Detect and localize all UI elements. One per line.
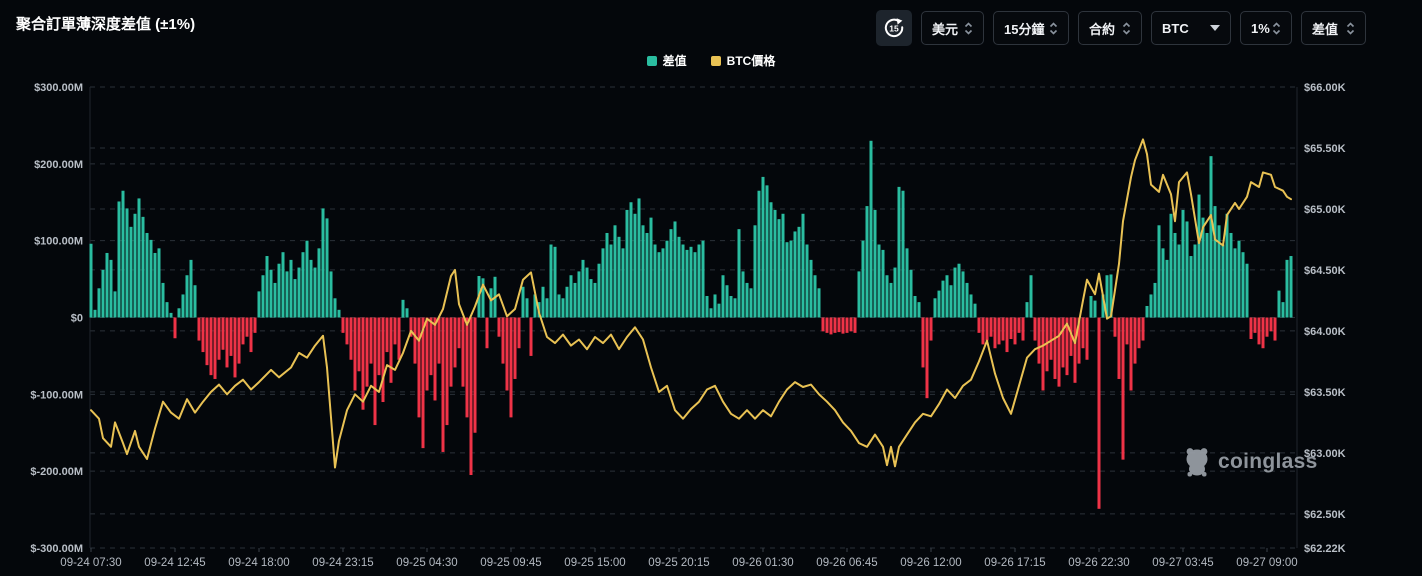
- svg-text:09-25 09:45: 09-25 09:45: [480, 557, 541, 569]
- svg-text:$-300.00M: $-300.00M: [30, 543, 83, 555]
- coinglass-bear-logo-icon: [1183, 447, 1211, 477]
- coinglass-watermark: coinglass: [1183, 447, 1318, 477]
- svg-text:09-25 15:00: 09-25 15:00: [564, 557, 625, 569]
- svg-text:09-24 23:15: 09-24 23:15: [312, 557, 373, 569]
- svg-text:09-27 03:45: 09-27 03:45: [1152, 557, 1213, 569]
- svg-text:$0: $0: [71, 313, 83, 325]
- svg-text:09-27 09:00: 09-27 09:00: [1236, 557, 1297, 569]
- svg-text:09-26 01:30: 09-26 01:30: [732, 557, 793, 569]
- svg-text:$65.00K: $65.00K: [1304, 204, 1346, 216]
- svg-text:$64.50K: $64.50K: [1304, 265, 1346, 277]
- svg-text:09-26 17:15: 09-26 17:15: [984, 557, 1045, 569]
- depth-diff-chart-canvas[interactable]: $300.00M $200.00M $100.00M $0 $-100.00M $-200…: [0, 0, 1422, 576]
- svg-text:$63.50K: $63.50K: [1304, 387, 1346, 399]
- svg-text:09-26 06:45: 09-26 06:45: [816, 557, 877, 569]
- svg-text:09-24 18:00: 09-24 18:00: [228, 557, 289, 569]
- svg-text:09-24 07:30: 09-24 07:30: [60, 557, 121, 569]
- coinglass-depth-page: { "page": { "title": "聚合訂單薄深度差值 (±1%)" }…: [0, 0, 1422, 576]
- svg-text:09-25 04:30: 09-25 04:30: [396, 557, 457, 569]
- svg-text:$200.00M: $200.00M: [34, 159, 83, 171]
- svg-text:09-24 12:45: 09-24 12:45: [144, 557, 205, 569]
- svg-text:09-26 12:00: 09-26 12:00: [900, 557, 961, 569]
- svg-text:$100.00M: $100.00M: [34, 236, 83, 248]
- svg-text:$62.50K: $62.50K: [1304, 509, 1346, 521]
- svg-text:$62.22K: $62.22K: [1304, 543, 1346, 555]
- svg-text:$-200.00M: $-200.00M: [30, 466, 83, 478]
- svg-text:$300.00M: $300.00M: [34, 82, 83, 94]
- svg-text:$-100.00M: $-100.00M: [30, 389, 83, 401]
- svg-text:$66.00K: $66.00K: [1304, 82, 1346, 94]
- svg-text:09-26 22:30: 09-26 22:30: [1068, 557, 1129, 569]
- coinglass-watermark-text: coinglass: [1218, 450, 1318, 474]
- svg-text:09-25 20:15: 09-25 20:15: [648, 557, 709, 569]
- svg-text:$64.00K: $64.00K: [1304, 326, 1346, 338]
- svg-text:$65.50K: $65.50K: [1304, 143, 1346, 155]
